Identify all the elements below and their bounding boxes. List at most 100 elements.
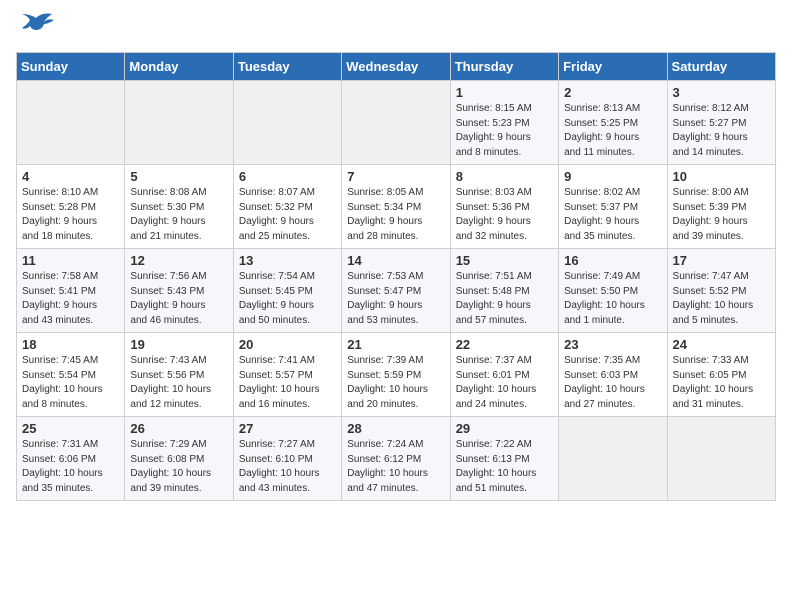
day-number: 5: [130, 169, 227, 184]
day-detail: Sunrise: 7:54 AM Sunset: 5:45 PM Dayligh…: [239, 270, 336, 328]
col-header-friday: Friday: [559, 53, 667, 81]
day-detail: Sunrise: 7:22 AM Sunset: 6:13 PM Dayligh…: [456, 438, 553, 496]
calendar-cell: 25 Sunrise: 7:31 AM Sunset: 6:06 PM Dayli…: [17, 417, 125, 501]
day-number: 27: [239, 421, 336, 436]
day-detail: Sunrise: 7:39 AM Sunset: 5:59 PM Dayligh…: [347, 354, 444, 412]
calendar-cell: 15 Sunrise: 7:51 AM Sunset: 5:48 PM Dayli…: [450, 249, 558, 333]
calendar-cell: [125, 81, 233, 165]
calendar-cell: 24 Sunrise: 7:33 AM Sunset: 6:05 PM Dayli…: [667, 333, 775, 417]
calendar-cell: 23 Sunrise: 7:35 AM Sunset: 6:03 PM Dayli…: [559, 333, 667, 417]
day-detail: Sunrise: 7:24 AM Sunset: 6:12 PM Dayligh…: [347, 438, 444, 496]
day-detail: Sunrise: 7:31 AM Sunset: 6:06 PM Dayligh…: [22, 438, 119, 496]
day-number: 28: [347, 421, 444, 436]
calendar-cell: 17 Sunrise: 7:47 AM Sunset: 5:52 PM Dayli…: [667, 249, 775, 333]
day-number: 9: [564, 169, 661, 184]
day-detail: Sunrise: 7:29 AM Sunset: 6:08 PM Dayligh…: [130, 438, 227, 496]
calendar-cell: [559, 417, 667, 501]
day-number: 24: [673, 337, 770, 352]
calendar-cell: 3Sunrise: 8:12 AM Sunset: 5:27 PM Daylig…: [667, 81, 775, 165]
day-number: 15: [456, 253, 553, 268]
col-header-wednesday: Wednesday: [342, 53, 450, 81]
day-number: 8: [456, 169, 553, 184]
calendar-cell: [667, 417, 775, 501]
calendar-cell: 2 Sunrise: 8:13 AM Sunset: 5:25 PM Daylig…: [559, 81, 667, 165]
day-detail: Sunrise: 8:00 AM Sunset: 5:39 PM Dayligh…: [673, 186, 770, 244]
day-detail: Sunrise: 8:05 AM Sunset: 5:34 PM Dayligh…: [347, 186, 444, 244]
calendar-cell: 16 Sunrise: 7:49 AM Sunset: 5:50 PM Dayli…: [559, 249, 667, 333]
day-detail: Sunrise: 7:58 AM Sunset: 5:41 PM Dayligh…: [22, 270, 119, 328]
day-detail: Sunrise: 7:41 AM Sunset: 5:57 PM Dayligh…: [239, 354, 336, 412]
day-detail: Sunrise: 8:10 AM Sunset: 5:28 PM Dayligh…: [22, 186, 119, 244]
calendar-cell: 19Sunrise: 7:43 AM Sunset: 5:56 PM Dayli…: [125, 333, 233, 417]
day-detail: Sunrise: 7:43 AM Sunset: 5:56 PM Dayligh…: [130, 354, 227, 412]
calendar-cell: 4 Sunrise: 8:10 AM Sunset: 5:28 PM Daylig…: [17, 165, 125, 249]
calendar-cell: 22 Sunrise: 7:37 AM Sunset: 6:01 PM Dayli…: [450, 333, 558, 417]
day-detail: Sunrise: 8:13 AM Sunset: 5:25 PM Dayligh…: [564, 102, 661, 160]
day-detail: Sunrise: 7:49 AM Sunset: 5:50 PM Dayligh…: [564, 270, 661, 328]
calendar-cell: 10 Sunrise: 8:00 AM Sunset: 5:39 PM Dayli…: [667, 165, 775, 249]
col-header-thursday: Thursday: [450, 53, 558, 81]
calendar-cell: 12Sunrise: 7:56 AM Sunset: 5:43 PM Dayli…: [125, 249, 233, 333]
day-number: 6: [239, 169, 336, 184]
calendar-week-row: 18Sunrise: 7:45 AM Sunset: 5:54 PM Dayli…: [17, 333, 776, 417]
logo-bird-icon: [18, 8, 54, 44]
day-number: 12: [130, 253, 227, 268]
day-number: 25: [22, 421, 119, 436]
calendar-table: SundayMondayTuesdayWednesdayThursdayFrid…: [16, 52, 776, 501]
calendar-cell: 20 Sunrise: 7:41 AM Sunset: 5:57 PM Dayli…: [233, 333, 341, 417]
page-header: [16, 16, 776, 44]
day-detail: Sunrise: 7:37 AM Sunset: 6:01 PM Dayligh…: [456, 354, 553, 412]
calendar-header-row: SundayMondayTuesdayWednesdayThursdayFrid…: [17, 53, 776, 81]
calendar-cell: 11 Sunrise: 7:58 AM Sunset: 5:41 PM Dayli…: [17, 249, 125, 333]
col-header-monday: Monday: [125, 53, 233, 81]
day-number: 22: [456, 337, 553, 352]
day-detail: Sunrise: 8:15 AM Sunset: 5:23 PM Dayligh…: [456, 102, 553, 160]
day-number: 14: [347, 253, 444, 268]
calendar-cell: [233, 81, 341, 165]
day-detail: Sunrise: 7:47 AM Sunset: 5:52 PM Dayligh…: [673, 270, 770, 328]
day-number: 4: [22, 169, 119, 184]
col-header-tuesday: Tuesday: [233, 53, 341, 81]
day-number: 21: [347, 337, 444, 352]
calendar-week-row: 1 Sunrise: 8:15 AM Sunset: 5:23 PM Daylig…: [17, 81, 776, 165]
calendar-cell: 6 Sunrise: 8:07 AM Sunset: 5:32 PM Daylig…: [233, 165, 341, 249]
day-number: 13: [239, 253, 336, 268]
calendar-cell: 5 Sunrise: 8:08 AM Sunset: 5:30 PM Daylig…: [125, 165, 233, 249]
day-number: 2: [564, 85, 661, 100]
calendar-cell: 7 Sunrise: 8:05 AM Sunset: 5:34 PM Daylig…: [342, 165, 450, 249]
calendar-cell: 1 Sunrise: 8:15 AM Sunset: 5:23 PM Daylig…: [450, 81, 558, 165]
calendar-cell: 13 Sunrise: 7:54 AM Sunset: 5:45 PM Dayli…: [233, 249, 341, 333]
logo: [16, 16, 54, 44]
day-number: 16: [564, 253, 661, 268]
day-detail: Sunrise: 7:27 AM Sunset: 6:10 PM Dayligh…: [239, 438, 336, 496]
day-number: 23: [564, 337, 661, 352]
day-detail: Sunrise: 8:12 AM Sunset: 5:27 PM Dayligh…: [673, 102, 770, 160]
day-number: 7: [347, 169, 444, 184]
day-number: 26: [130, 421, 227, 436]
calendar-week-row: 25 Sunrise: 7:31 AM Sunset: 6:06 PM Dayli…: [17, 417, 776, 501]
day-number: 1: [456, 85, 553, 100]
day-number: 17: [673, 253, 770, 268]
day-number: 20: [239, 337, 336, 352]
day-number: 11: [22, 253, 119, 268]
calendar-week-row: 4 Sunrise: 8:10 AM Sunset: 5:28 PM Daylig…: [17, 165, 776, 249]
calendar-cell: 21 Sunrise: 7:39 AM Sunset: 5:59 PM Dayli…: [342, 333, 450, 417]
calendar-cell: 26 Sunrise: 7:29 AM Sunset: 6:08 PM Dayli…: [125, 417, 233, 501]
day-detail: Sunrise: 7:45 AM Sunset: 5:54 PM Dayligh…: [22, 354, 119, 412]
day-detail: Sunrise: 7:51 AM Sunset: 5:48 PM Dayligh…: [456, 270, 553, 328]
calendar-cell: [342, 81, 450, 165]
day-number: 10: [673, 169, 770, 184]
calendar-cell: 27 Sunrise: 7:27 AM Sunset: 6:10 PM Dayli…: [233, 417, 341, 501]
calendar-cell: 14Sunrise: 7:53 AM Sunset: 5:47 PM Dayli…: [342, 249, 450, 333]
day-detail: Sunrise: 7:35 AM Sunset: 6:03 PM Dayligh…: [564, 354, 661, 412]
calendar-cell: 18Sunrise: 7:45 AM Sunset: 5:54 PM Dayli…: [17, 333, 125, 417]
day-detail: Sunrise: 8:07 AM Sunset: 5:32 PM Dayligh…: [239, 186, 336, 244]
calendar-cell: 9Sunrise: 8:02 AM Sunset: 5:37 PM Daylig…: [559, 165, 667, 249]
calendar-cell: 29Sunrise: 7:22 AM Sunset: 6:13 PM Dayli…: [450, 417, 558, 501]
calendar-cell: 28 Sunrise: 7:24 AM Sunset: 6:12 PM Dayli…: [342, 417, 450, 501]
day-detail: Sunrise: 8:08 AM Sunset: 5:30 PM Dayligh…: [130, 186, 227, 244]
day-detail: Sunrise: 8:03 AM Sunset: 5:36 PM Dayligh…: [456, 186, 553, 244]
col-header-sunday: Sunday: [17, 53, 125, 81]
calendar-week-row: 11 Sunrise: 7:58 AM Sunset: 5:41 PM Dayli…: [17, 249, 776, 333]
day-detail: Sunrise: 7:33 AM Sunset: 6:05 PM Dayligh…: [673, 354, 770, 412]
